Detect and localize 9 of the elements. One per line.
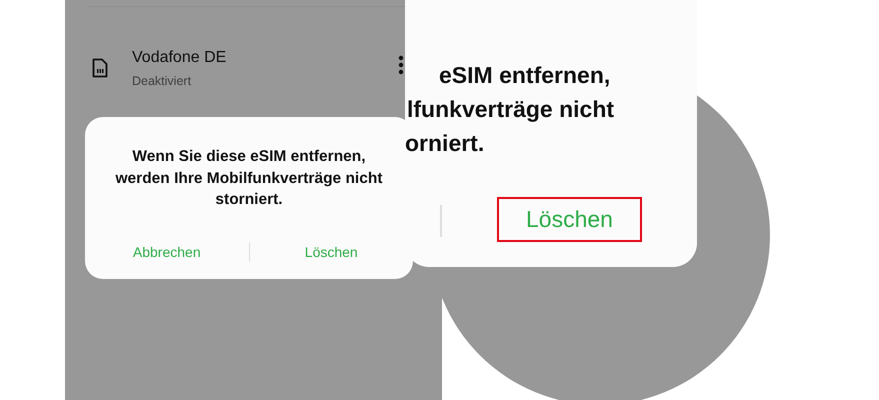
message-line: eSIM entfernen, [439, 61, 610, 90]
sim-name: Vodafone DE [132, 48, 228, 68]
message-line: orniert. [405, 129, 484, 158]
sim-status: Deaktiviert [132, 74, 192, 88]
message-line: lfunkverträge nicht [407, 95, 614, 124]
dialog-message: Wenn Sie diese eSIM entfernen, werden Ihre Mobilfunkverträge nicht storniert. [114, 147, 384, 210]
dialog-button[interactable]: Abbrechen [85, 240, 248, 264]
dialog-button[interactable]: Löschen [250, 240, 413, 264]
delete-button[interactable]: Löschen [497, 197, 642, 242]
